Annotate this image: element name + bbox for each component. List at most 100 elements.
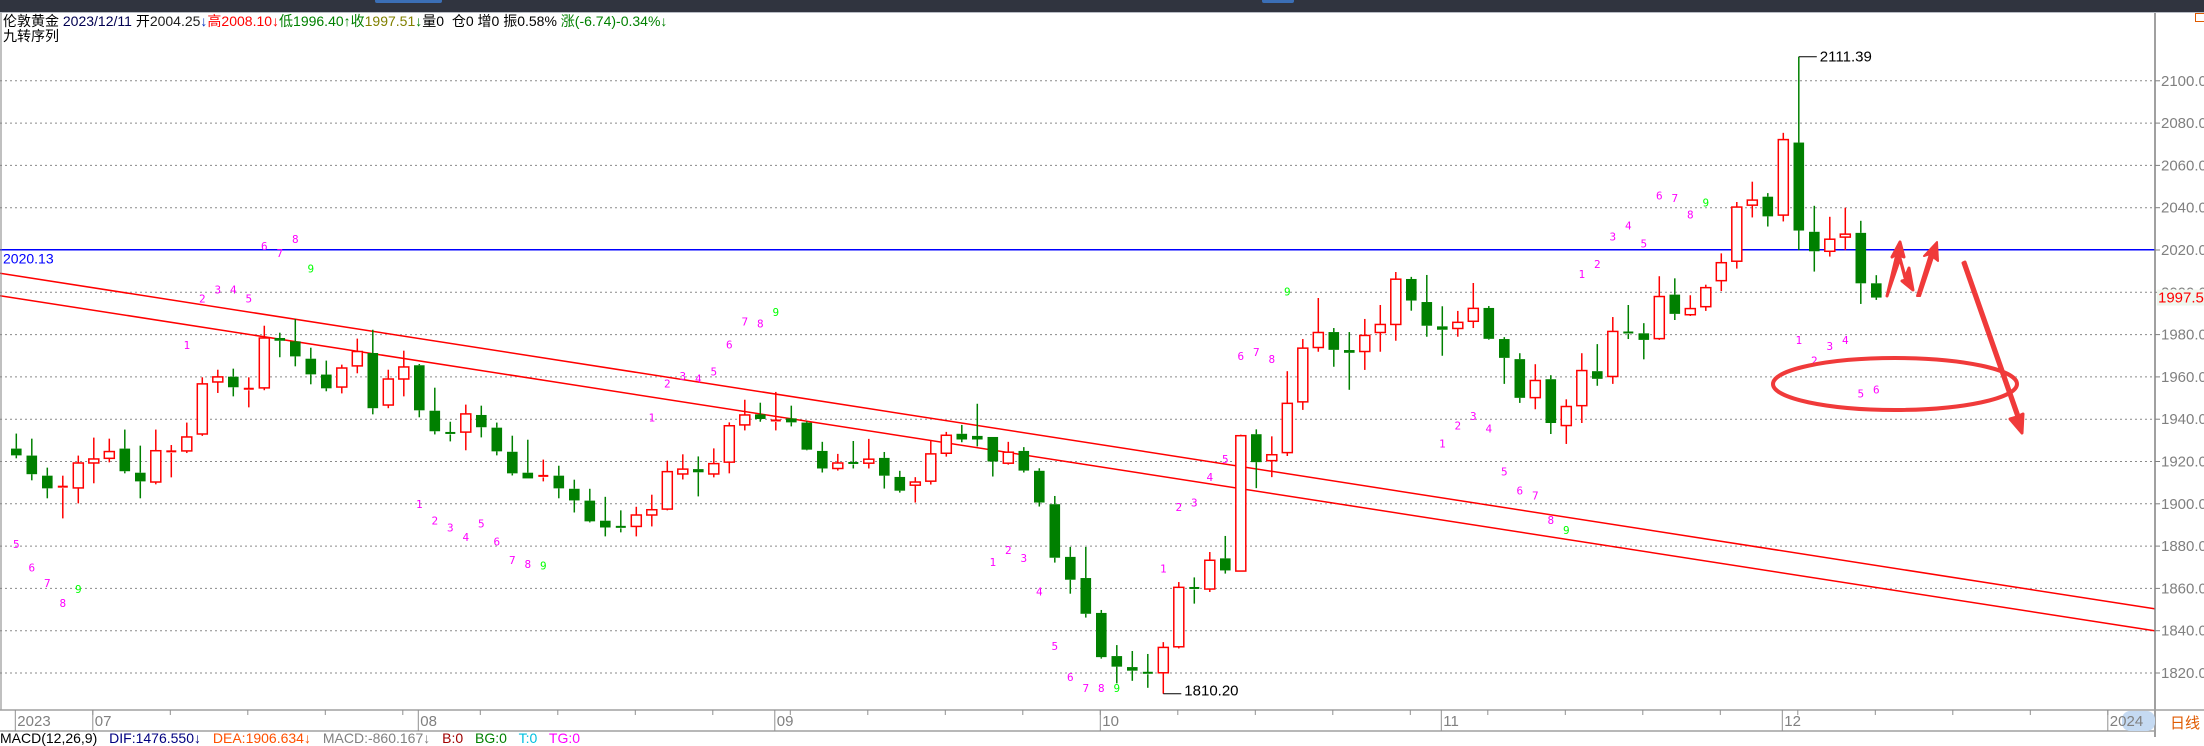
td-count-label: 4 [695, 372, 702, 385]
candle [1824, 216, 1836, 257]
td-count-label: 8 [1268, 353, 1275, 366]
candle [569, 479, 580, 513]
y-tick-label: 1920.00 [2161, 454, 2204, 471]
candle [445, 421, 456, 442]
y-tick-label: 2020.00 [2161, 242, 2204, 259]
td-count-label: 9 [1702, 197, 1709, 210]
candle [1312, 298, 1325, 352]
candle [1855, 220, 1867, 304]
candle-body [1529, 379, 1542, 399]
x-tick-label: 09 [777, 713, 794, 730]
candle-body [956, 433, 968, 440]
candle [88, 437, 100, 484]
candle [1437, 306, 1448, 356]
candle-body [26, 455, 38, 475]
macd-legend: MACD(12,26,9) DIF:1476.550↓ DEA:1906.634… [0, 731, 588, 746]
candle-body [894, 476, 906, 491]
candle [1065, 546, 1076, 594]
candle-body [1002, 451, 1015, 464]
indicator-title: 九转序列 [3, 28, 59, 44]
macd-dif: DIF:1476.550↓ [109, 730, 201, 746]
candle-body [367, 353, 379, 409]
td-count-label: 8 [292, 233, 299, 246]
candle [1328, 328, 1340, 367]
td-count-label: 3 [1826, 340, 1833, 353]
candle-body [321, 374, 332, 389]
td-count-label: 2 [199, 293, 206, 306]
candle [507, 435, 518, 476]
candle [1297, 339, 1309, 410]
td-count-label: 3 [679, 370, 686, 383]
quote-header: 伦敦黄金 2023/12/11 开2004.25↓高2008.10↓低1996.… [3, 14, 667, 29]
candle [1002, 441, 1015, 465]
candle [351, 338, 364, 374]
candle [1173, 582, 1185, 649]
candle-body [1374, 323, 1387, 334]
td-count-label: 8 [59, 597, 66, 610]
candle [1359, 318, 1371, 370]
candlestick-chart[interactable]: 2020.13 56789123 4567891234567 8 9123 4567 89… [0, 0, 2204, 737]
td-count-label: 8 [1547, 514, 1554, 527]
close-value: 1997.51 [364, 13, 416, 29]
candle [615, 510, 626, 533]
candle-body [119, 448, 131, 472]
candle [600, 496, 611, 537]
candle-body [801, 422, 813, 450]
candle [1111, 645, 1123, 684]
candle-body [1157, 646, 1170, 674]
td-count-label: 6 [1516, 484, 1523, 497]
candle-body [1281, 402, 1294, 454]
candle-body [491, 427, 503, 452]
candle-body [103, 450, 116, 460]
increase: 增0 [477, 13, 500, 29]
td-count-label: 3 [214, 284, 221, 297]
candle-body [755, 414, 766, 419]
candle-body [1328, 332, 1340, 350]
candle-body [817, 450, 828, 469]
candle [1483, 306, 1495, 340]
candle [1576, 353, 1588, 424]
candle [1235, 434, 1247, 572]
candle-body [42, 475, 53, 489]
corner-toggle-button[interactable] [2195, 13, 2204, 22]
td-count-label: 2 [664, 378, 671, 391]
td-count-label: 6 [1873, 383, 1880, 396]
td-count-label: 5 [1640, 237, 1647, 250]
td-count-label: 6 [1067, 671, 1074, 684]
candle-body [305, 358, 317, 375]
candle-body [739, 414, 751, 426]
td-count-label: 6 [1237, 350, 1244, 363]
candle [1344, 332, 1355, 390]
y-tick-label: 1880.00 [2161, 538, 2204, 555]
candle [476, 405, 487, 438]
candle [848, 440, 859, 469]
candle [646, 494, 658, 527]
td-count-label: 1 [416, 498, 423, 511]
candle [181, 422, 193, 454]
td-count-label: 2 [1005, 544, 1012, 557]
macd-title: MACD(12,26,9) [0, 730, 98, 746]
candle [1653, 276, 1666, 340]
candle-body [1483, 307, 1495, 339]
candle-body [1871, 283, 1882, 298]
candle [879, 451, 890, 489]
candle-body [1545, 379, 1557, 424]
candle [166, 445, 177, 478]
candle [1452, 310, 1464, 337]
candle [1809, 205, 1820, 272]
period-selector[interactable]: 日线 [2170, 712, 2200, 733]
candle-body [414, 365, 425, 411]
td-count-label: 3 [1470, 410, 1477, 423]
candle-body [925, 453, 937, 482]
td-count-label: 8 [757, 318, 764, 331]
candle-body [1204, 559, 1216, 590]
candle-body [150, 449, 162, 483]
td-count-label: 6 [493, 536, 500, 549]
candle [1034, 468, 1045, 507]
candle [1793, 56, 1805, 251]
td-count-label: 6 [1656, 189, 1663, 202]
candle-body [677, 468, 689, 475]
candle-body [1080, 578, 1092, 614]
candle [103, 438, 116, 463]
candle [693, 456, 704, 497]
